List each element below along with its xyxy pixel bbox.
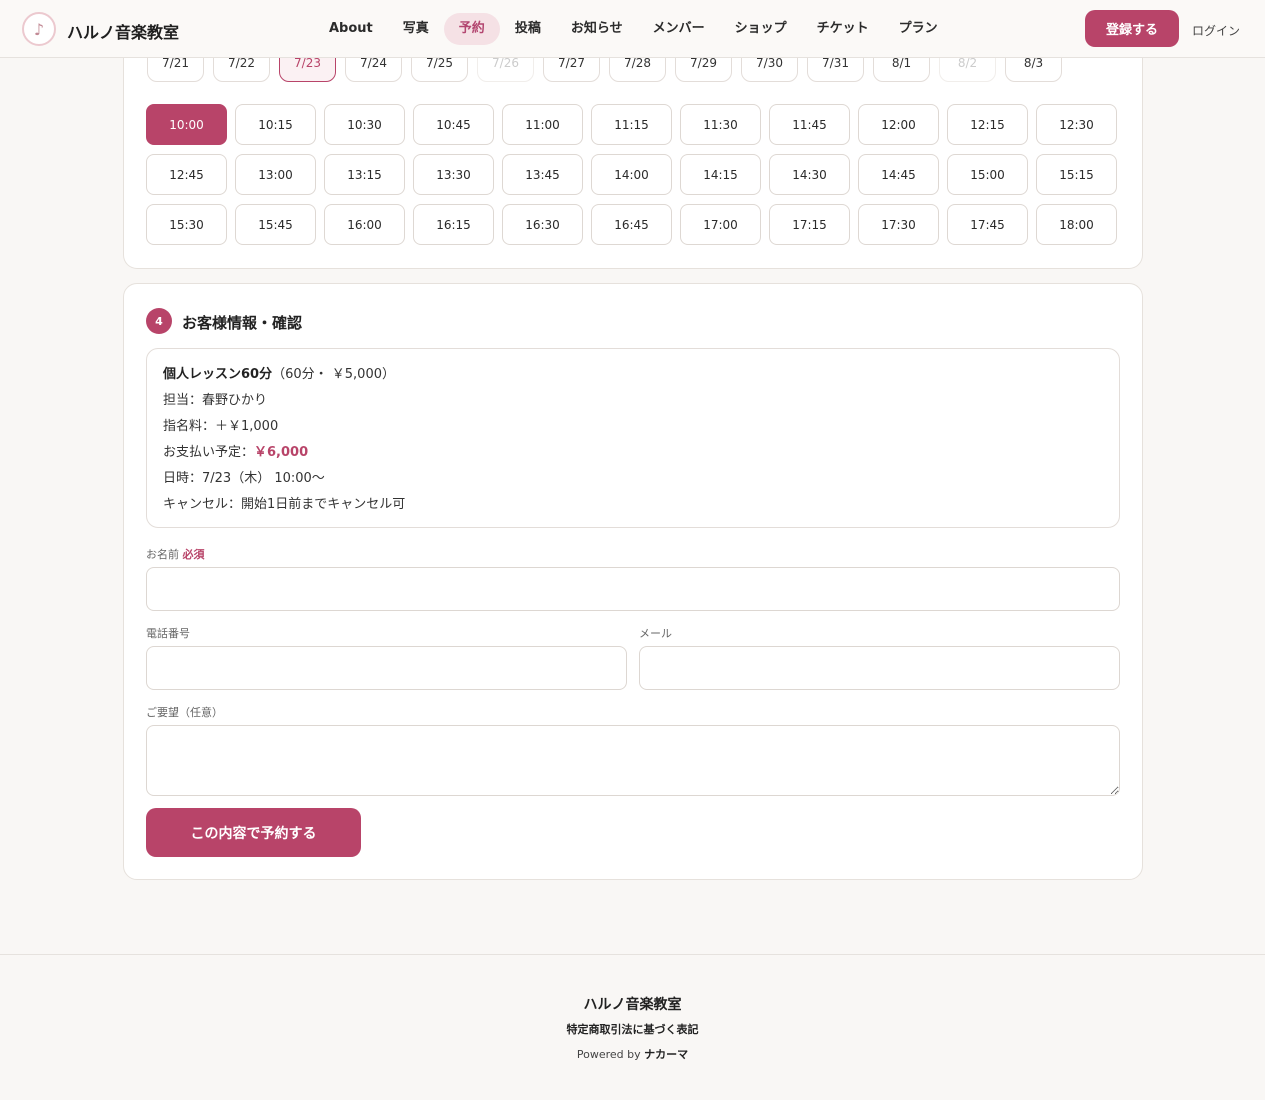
time-slot-button[interactable]: 16:30 [502,204,583,245]
summary-teacher: 担当：春野ひかり [163,393,268,408]
summary-cancel: キャンセル：開始1日前までキャンセル可 [163,497,406,512]
time-slot-button[interactable]: 18:00 [1036,204,1117,245]
time-slot-button[interactable]: 11:45 [769,104,850,145]
nav-item-3[interactable]: 投稿 [500,13,556,45]
time-slot-button[interactable]: 11:15 [591,104,672,145]
time-slot-button[interactable]: 15:45 [235,204,316,245]
site-name[interactable]: ハルノ音楽教室 [67,19,179,43]
register-button[interactable]: 登録する [1085,10,1179,47]
nav-item-7[interactable]: チケット [802,13,884,45]
email-input[interactable] [639,646,1120,690]
request-textarea[interactable] [146,725,1120,796]
time-slot-button[interactable]: 14:30 [769,154,850,195]
time-slot-button[interactable]: 10:45 [413,104,494,145]
time-slot-button[interactable]: 16:00 [324,204,405,245]
name-input[interactable] [146,567,1120,611]
time-slot-button[interactable]: 15:00 [947,154,1028,195]
time-slot-button[interactable]: 12:45 [146,154,227,195]
time-slot-button[interactable]: 17:00 [680,204,761,245]
nav-item-5[interactable]: メンバー [638,13,720,45]
time-slot-button[interactable]: 11:00 [502,104,583,145]
nav-item-6[interactable]: ショップ [720,13,802,45]
name-label: お名前 必須 [146,548,205,561]
booking-summary: 個人レッスン60分（60分・ ￥5,000） 担当：春野ひかり 指名料：＋￥1,… [146,348,1120,528]
time-slot-button[interactable]: 11:30 [680,104,761,145]
summary-fee: 指名料：＋￥1,000 [163,419,279,434]
main-nav: About 写真 予約 投稿 お知らせ メンバー ショップ チケット プラン [314,13,953,45]
nav-item-4[interactable]: お知らせ [556,13,638,45]
powered-by: Powered by ナカーマ [576,1048,689,1061]
time-slot-button[interactable]: 12:15 [947,104,1028,145]
phone-label: 電話番号 [146,627,190,640]
time-slot-grid: 10:00 10:15 10:30 10:45 11:00 11:15 11:30 11:45… [146,104,1117,245]
time-slot-button[interactable]: 15:15 [1036,154,1117,195]
required-badge: 必須 [182,548,205,561]
time-slot-button[interactable]: 17:45 [947,204,1028,245]
site-header: ♪ ハルノ音楽教室 About 写真 予約 投稿 お知らせ メンバー ショップ チケット プラン… [0,0,1265,58]
section-title: お客様情報・確認 [182,314,303,332]
summary-datetime: 日時：7/23（木） 10:00〜 [163,471,325,486]
legal-notice-link[interactable]: 特定商取引法に基づく表記 [0,1021,1265,1037]
email-label: メール [639,627,672,640]
nav-item-1[interactable]: 写真 [388,13,444,45]
time-slot-button[interactable]: 12:30 [1036,104,1117,145]
time-slot-button[interactable]: 13:30 [413,154,494,195]
time-slot-button[interactable]: 14:15 [680,154,761,195]
time-slot-button[interactable]: 10:30 [324,104,405,145]
powered-by-brand-link[interactable]: ナカーマ [644,1048,688,1061]
nav-item-8[interactable]: プラン [884,13,953,45]
login-link[interactable]: ログイン [1192,22,1240,39]
footer-site-name: ハルノ音楽教室 [583,997,682,1013]
phone-input[interactable] [146,646,627,690]
time-slot-button[interactable]: 17:15 [769,204,850,245]
logo-icon[interactable]: ♪ [22,12,56,46]
time-slot-button[interactable]: 13:00 [235,154,316,195]
summary-course: 個人レッスン60分（60分・ ￥5,000） [163,367,395,382]
request-label: ご要望（任意） [146,706,223,719]
time-slot-button[interactable]: 12:00 [858,104,939,145]
time-slot-button[interactable]: 13:45 [502,154,583,195]
nav-item-2[interactable]: 予約 [443,13,500,45]
time-slot-button[interactable]: 16:45 [591,204,672,245]
site-footer: ハルノ音楽教室 特定商取引法に基づく表記 Powered by ナカーマ [0,954,1265,1100]
nav-item-0[interactable]: About [314,13,388,45]
time-slot-button[interactable]: 14:00 [591,154,672,195]
submit-booking-button[interactable]: この内容で予約する [146,808,361,857]
time-slot-button[interactable]: 14:45 [858,154,939,195]
summary-payment: お支払い予定：￥6,000 [163,445,309,460]
step-number-badge: 4 [146,308,172,334]
time-slot-button[interactable]: 16:15 [413,204,494,245]
time-slot-button[interactable]: 15:30 [146,204,227,245]
time-slot-button[interactable]: 13:15 [324,154,405,195]
time-slot-button[interactable]: 10:00 [146,104,227,145]
customer-info-card: 4 お客様情報・確認 個人レッスン60分（60分・ ￥5,000） 担当：春野ひ… [123,283,1143,880]
time-slot-button[interactable]: 10:15 [235,104,316,145]
time-slot-button[interactable]: 17:30 [858,204,939,245]
